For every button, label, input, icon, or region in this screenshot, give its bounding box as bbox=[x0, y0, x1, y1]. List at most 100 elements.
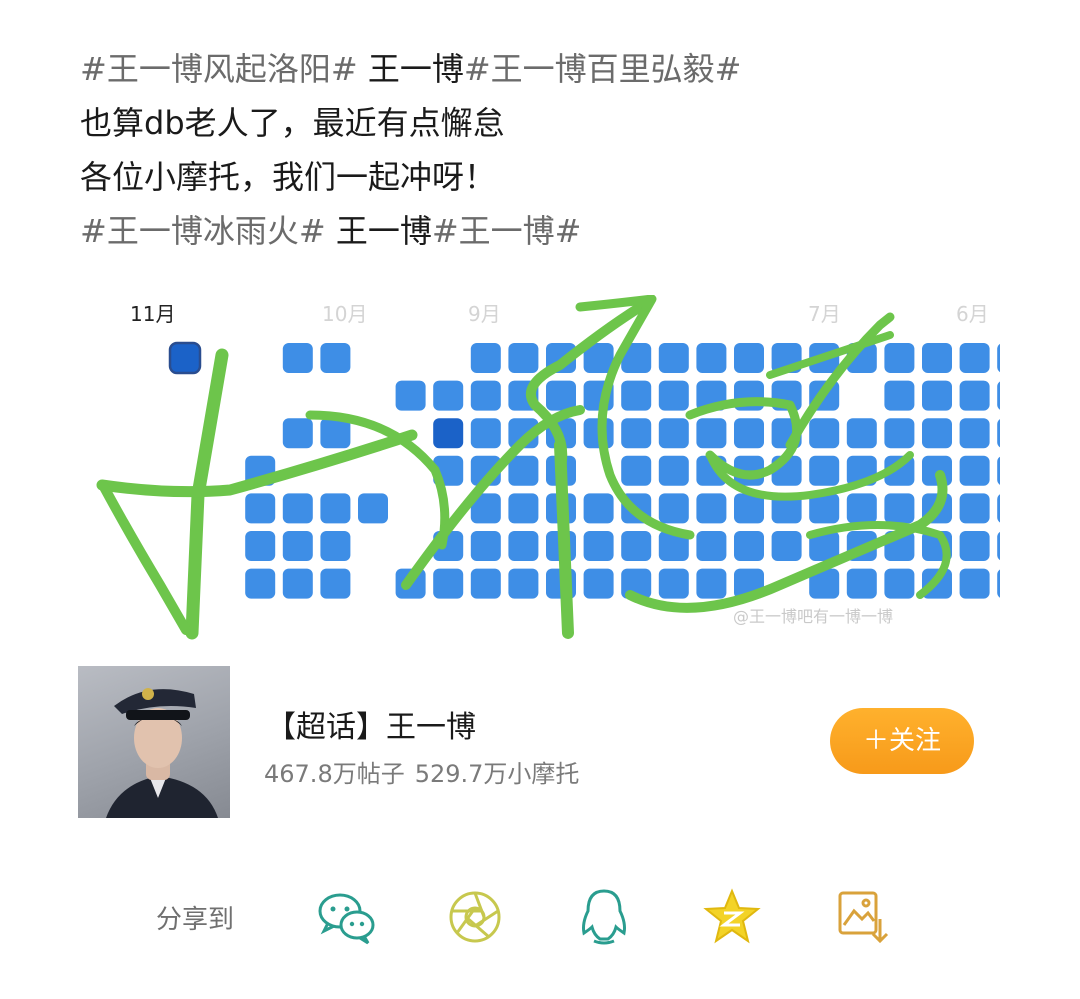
heatmap-cell[interactable] bbox=[959, 418, 990, 449]
weibo-watermark: @王一博吧有一博一博 bbox=[733, 607, 894, 626]
heatmap-cell[interactable] bbox=[846, 418, 877, 449]
heatmap-cell[interactable] bbox=[583, 493, 614, 524]
save-image-icon[interactable] bbox=[830, 885, 894, 949]
heatmap-cell[interactable] bbox=[696, 531, 727, 561]
heatmap-cell[interactable] bbox=[959, 343, 990, 373]
heatmap-cell[interactable] bbox=[433, 568, 464, 599]
heatmap-cell[interactable] bbox=[508, 455, 539, 486]
heatmap-cell[interactable] bbox=[658, 418, 689, 449]
heatmap-cell[interactable] bbox=[470, 531, 501, 561]
heatmap-cell[interactable] bbox=[734, 343, 764, 373]
heatmap-cell[interactable] bbox=[621, 380, 652, 411]
heatmap-cell-selected[interactable] bbox=[168, 341, 202, 375]
hashtag-link[interactable]: #王一博# bbox=[432, 212, 582, 250]
heatmap-cell[interactable] bbox=[621, 455, 652, 486]
moments-icon[interactable] bbox=[443, 885, 507, 949]
heatmap-cell[interactable] bbox=[734, 531, 764, 561]
heatmap-cell[interactable] bbox=[282, 418, 313, 449]
heatmap-cell[interactable] bbox=[696, 568, 727, 599]
month-label: 6月 bbox=[956, 302, 989, 326]
qq-icon[interactable] bbox=[572, 885, 636, 949]
heatmap-cell[interactable] bbox=[320, 343, 351, 373]
heatmap-cell[interactable] bbox=[320, 568, 351, 599]
heatmap-cell[interactable] bbox=[282, 493, 313, 524]
heatmap-cell[interactable] bbox=[508, 568, 539, 599]
heatmap-cell[interactable] bbox=[997, 381, 1000, 411]
post-line-2: 也算db老人了，最近有点懈怠 bbox=[80, 104, 505, 142]
heatmap-cell[interactable] bbox=[320, 531, 351, 561]
heatmap-cell[interactable] bbox=[245, 568, 276, 599]
heatmap-cell[interactable] bbox=[282, 568, 313, 599]
heatmap-cell[interactable] bbox=[546, 380, 576, 411]
heatmap-cell[interactable] bbox=[884, 418, 915, 449]
heatmap-cell[interactable] bbox=[508, 493, 539, 524]
heatmap-cell[interactable] bbox=[583, 531, 614, 561]
heatmap-cell[interactable] bbox=[959, 380, 990, 411]
heatmap-svg: 11月 10月 9月 7月 6月 bbox=[96, 295, 1000, 640]
heatmap-cell[interactable] bbox=[959, 568, 990, 599]
heatmap-cell[interactable] bbox=[320, 493, 351, 524]
heatmap-cell[interactable] bbox=[282, 343, 313, 373]
heatmap-cell[interactable] bbox=[846, 568, 877, 599]
heatmap-cell[interactable] bbox=[508, 343, 539, 373]
heatmap-cell[interactable] bbox=[734, 418, 764, 449]
heatmap-cell[interactable] bbox=[621, 531, 652, 561]
post-text: #王一博风起洛阳# 王一博 #王一博百里弘毅# 也算db老人了，最近有点懈怠 各位… bbox=[80, 44, 1020, 260]
post-line-3: 各位小摩托，我们一起冲呀！ bbox=[80, 158, 497, 196]
mention-text: 王一博 bbox=[325, 212, 432, 250]
heatmap-cell[interactable] bbox=[470, 343, 501, 373]
heatmap-cell[interactable] bbox=[696, 418, 727, 449]
topic-title[interactable]: 【超话】王一博 bbox=[266, 702, 476, 746]
heatmap-cell[interactable] bbox=[809, 418, 840, 449]
heatmap-cell[interactable] bbox=[320, 418, 351, 449]
heatmap-cell[interactable] bbox=[358, 493, 388, 524]
heatmap-cell[interactable] bbox=[922, 380, 952, 411]
heatmap-cell[interactable] bbox=[997, 531, 1000, 561]
super-topic-card[interactable]: 【超话】王一博 467.8万帖子 529.7万小摩托 ＋关注 bbox=[78, 666, 978, 818]
heatmap-cell[interactable] bbox=[658, 343, 689, 373]
heatmap-cell[interactable] bbox=[470, 418, 501, 449]
heatmap-cell[interactable] bbox=[997, 418, 1000, 448]
heatmap-cell[interactable] bbox=[922, 418, 952, 449]
avatar-portrait bbox=[106, 688, 218, 818]
heatmap-cell[interactable] bbox=[621, 418, 652, 449]
heatmap-cell[interactable] bbox=[696, 343, 727, 373]
heatmap-cell[interactable] bbox=[395, 380, 426, 411]
heatmap-cell[interactable] bbox=[658, 493, 689, 524]
heatmap-cell[interactable] bbox=[470, 568, 501, 599]
heatmap-cell[interactable] bbox=[884, 493, 915, 524]
wechat-icon[interactable] bbox=[314, 885, 378, 949]
hashtag-link[interactable]: #王一博风起洛阳# bbox=[80, 50, 358, 88]
heatmap-cell[interactable] bbox=[583, 568, 614, 599]
heatmap-cell[interactable] bbox=[771, 531, 802, 561]
heatmap-cell[interactable] bbox=[959, 493, 990, 524]
heatmap-cell[interactable] bbox=[470, 380, 501, 411]
heatmap-cell[interactable] bbox=[282, 531, 313, 561]
heatmap-cell[interactable] bbox=[884, 568, 915, 599]
heatmap-cell[interactable] bbox=[658, 568, 689, 599]
month-label-active: 11月 bbox=[130, 302, 175, 326]
heatmap-cell[interactable] bbox=[433, 418, 464, 449]
heatmap-cell[interactable] bbox=[245, 531, 276, 561]
heatmap-cell[interactable] bbox=[658, 455, 689, 486]
heatmap-cell[interactable] bbox=[809, 455, 840, 486]
hashtag-link[interactable]: #王一博冰雨火# bbox=[80, 212, 326, 250]
heatmap-cell[interactable] bbox=[846, 493, 877, 524]
follow-button[interactable]: ＋关注 bbox=[830, 708, 974, 774]
heatmap-cell[interactable] bbox=[997, 343, 1000, 373]
heatmap-cell[interactable] bbox=[433, 380, 464, 411]
heatmap-cell[interactable] bbox=[997, 456, 1000, 486]
heatmap-cell[interactable] bbox=[922, 343, 952, 373]
heatmap-cell[interactable] bbox=[245, 493, 276, 524]
heatmap-cell[interactable] bbox=[884, 343, 915, 373]
heatmap-cell[interactable] bbox=[997, 569, 1000, 599]
heatmap-cell[interactable] bbox=[508, 531, 539, 561]
heatmap-cell[interactable] bbox=[959, 455, 990, 486]
heatmap-cell[interactable] bbox=[658, 380, 689, 411]
heatmap-cell[interactable] bbox=[959, 531, 990, 561]
heatmap-cell[interactable] bbox=[884, 380, 915, 411]
hashtag-link[interactable]: #王一博百里弘毅# bbox=[464, 50, 742, 88]
qzone-icon[interactable] bbox=[700, 885, 764, 949]
heatmap-cell[interactable] bbox=[997, 493, 1000, 523]
heatmap-cell[interactable] bbox=[696, 493, 727, 524]
